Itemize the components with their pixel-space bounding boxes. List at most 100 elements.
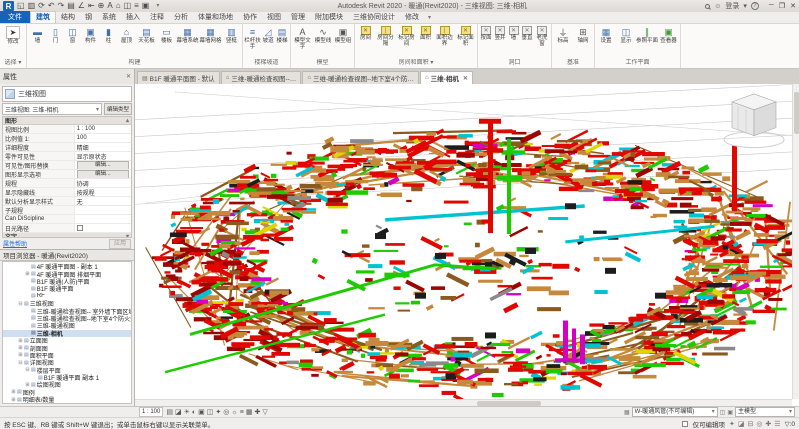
worksets-icon[interactable]: ▦ <box>624 409 630 416</box>
ribbon-tab-修改[interactable]: 修改 <box>400 11 424 23</box>
design-options-icon[interactable]: ▣ <box>727 409 733 416</box>
property-value[interactable]: 100 <box>75 134 131 142</box>
file-menu-button[interactable]: 文件 <box>0 11 30 23</box>
sun-path-checkbox[interactable] <box>77 225 83 231</box>
roof-button[interactable]: ⌂屋顶 <box>117 25 136 59</box>
show-work-plane-button[interactable]: ◫显示 <box>616 25 636 59</box>
shaft-button[interactable]: ✕竖井 <box>493 25 507 59</box>
browser-item[interactable]: ▤4F 暖通平面图 - 副本 1 <box>3 263 131 270</box>
drawing-area[interactable] <box>135 84 799 406</box>
property-value[interactable]: 精细 <box>75 143 131 151</box>
shadows-icon[interactable]: ◐ <box>192 409 196 416</box>
close-hidden-windows-icon[interactable]: ▣ <box>142 2 150 10</box>
ribbon-tab-附加模块[interactable]: 附加模块 <box>310 11 348 23</box>
ref-plane-button[interactable]: ∥参照平面 <box>636 25 658 59</box>
temporary-hide-isolate-icon[interactable]: ◎ <box>223 409 229 416</box>
browser-item[interactable]: ▤三维-暖通视图 <box>3 322 131 329</box>
grid-button[interactable]: ⊞轴网 <box>573 25 593 59</box>
floor-button[interactable]: ▭楼板 <box>157 25 176 59</box>
tag-by-category-icon[interactable]: ⊕ <box>98 2 105 10</box>
view-tab[interactable]: ⌂三维-暖通检查视图--… <box>221 71 302 84</box>
browser-item[interactable]: ⊞▤面积平面 <box>3 352 131 359</box>
default-3d-view-icon[interactable]: ⌂ <box>116 2 121 10</box>
property-value[interactable] <box>75 224 131 232</box>
ribbon-tab-协作[interactable]: 协作 <box>238 11 262 23</box>
browser-item[interactable]: ▤B1F 暖通平面 <box>3 285 131 292</box>
project-browser-title[interactable]: 项目浏览器 - 暖通(Revit2020) <box>0 250 134 261</box>
curtain-grid-button[interactable]: ▦幕墙网格 <box>199 25 222 59</box>
wall-opening-button[interactable]: ✕墙 <box>507 25 520 59</box>
model-group-button[interactable]: ▣模型组 <box>333 25 353 59</box>
ribbon-tab-视图[interactable]: 视图 <box>262 11 286 23</box>
railing-button[interactable]: ≡栏杆扶手 <box>244 25 261 59</box>
curtain-system-button[interactable]: ▦幕墙系统 <box>176 25 199 59</box>
crop-view-icon[interactable]: ▣ <box>198 409 205 416</box>
active-workset-select[interactable]: W-暖通风管(不可编辑)▾ <box>632 407 718 417</box>
open-icon[interactable]: ◱ <box>17 2 25 10</box>
gray-inactive-worksets-icon[interactable]: ◫ <box>720 409 726 416</box>
apply-button[interactable]: 应用 <box>109 239 131 249</box>
print-icon[interactable]: ▤ <box>67 2 75 10</box>
visual-style-icon[interactable]: ◪ <box>175 409 182 416</box>
modify-button[interactable]: ➤修改 <box>1 25 25 59</box>
browser-item[interactable]: ▤三维-暖通检查视图--地下室4个防火分区 <box>3 315 131 322</box>
browser-item[interactable]: ▤B1F 暖通(人防)平面 <box>3 278 131 285</box>
tag-area-button[interactable]: ✕标记面积 <box>455 25 476 59</box>
thin-lines-icon[interactable]: ≡ <box>134 2 139 10</box>
mullion-button[interactable]: ▥竖梃 <box>222 25 241 59</box>
tree-expand-icon[interactable]: ⊟ <box>17 301 24 307</box>
property-value[interactable]: 按规程 <box>75 188 131 196</box>
vertical-scrollbar[interactable] <box>792 84 799 399</box>
undo-icon[interactable]: ↶ <box>48 2 55 10</box>
dormer-button[interactable]: ✕老虎窗 <box>534 25 550 59</box>
tree-expand-icon[interactable]: ⊞ <box>24 271 31 277</box>
model-text-button[interactable]: A模型文字 <box>292 25 313 59</box>
component-button[interactable]: ▣构件 <box>81 25 100 59</box>
browser-item[interactable]: ⊞▤明细表/数量 <box>3 396 131 403</box>
design-option-select[interactable]: 主模型▾ <box>735 407 795 417</box>
exclude-options-icon[interactable]: ✦ <box>729 420 735 428</box>
area-boundary-button[interactable]: ∣面积边界 <box>434 25 455 59</box>
tree-expand-icon[interactable]: ⊞ <box>10 397 17 403</box>
ribbon-tab-注释[interactable]: 注释 <box>145 11 169 23</box>
property-value[interactable] <box>75 215 131 223</box>
tree-expand-icon[interactable]: ⊞ <box>17 345 24 351</box>
qat-customize-icon[interactable]: ▾ <box>156 2 159 11</box>
browser-item[interactable]: ▤三维-暖通检查视图-- 室外墙下面区域 <box>3 307 131 314</box>
detail-level-icon[interactable]: ▤ <box>166 409 173 416</box>
tree-expand-icon[interactable]: ⊞ <box>24 382 31 388</box>
opening-by-face-button[interactable]: ✕按面 <box>479 25 493 59</box>
save-icon[interactable]: ▥ <box>28 2 36 10</box>
property-value[interactable]: 编辑... <box>75 170 131 178</box>
displace-elements-icon[interactable]: ✚ <box>255 409 261 416</box>
view-cube[interactable] <box>724 94 784 148</box>
reveal-hidden-elements-icon[interactable]: ☼ <box>231 409 237 416</box>
sun-path-icon[interactable]: ☀ <box>184 409 190 416</box>
aligned-dimension-icon[interactable]: ⇤ <box>88 2 95 10</box>
model-line-button[interactable]: ∿模型线 <box>313 25 333 59</box>
browser-item[interactable]: ▤RF <box>3 293 131 300</box>
browser-item[interactable]: ⊞▤剖面图 <box>3 344 131 351</box>
property-value[interactable]: 协调 <box>75 179 131 187</box>
tree-expand-icon[interactable]: ⊟ <box>17 360 24 366</box>
property-value[interactable]: 无 <box>75 197 131 205</box>
tree-expand-icon[interactable]: ⊞ <box>17 352 24 358</box>
browser-item[interactable]: ⊟▤详图视图 <box>3 359 131 366</box>
browser-item[interactable]: ⊞▤立面图 <box>3 337 131 344</box>
property-value[interactable]: 显示原状态 <box>75 152 131 160</box>
properties-close-icon[interactable]: ✕ <box>126 73 131 80</box>
window-button[interactable]: ◫窗 <box>64 25 81 59</box>
temporary-view-properties-icon[interactable]: ≡ <box>240 409 244 416</box>
ribbon-tab-系统[interactable]: 系统 <box>97 11 121 23</box>
edit-button[interactable]: 编辑... <box>77 161 129 169</box>
view-tab[interactable]: ⌂三维-相机✕ <box>420 71 473 84</box>
select-underlay-icon[interactable]: ◎ <box>756 420 762 428</box>
editable-only-checkbox[interactable] <box>682 421 688 427</box>
horizontal-scrollbar[interactable] <box>135 399 792 406</box>
stair-button[interactable]: ▤楼梯 <box>275 25 289 59</box>
properties-help-link[interactable]: 属性帮助 <box>3 239 27 248</box>
tree-expand-icon[interactable]: ⊞ <box>17 338 24 344</box>
ribbon-display-options-icon[interactable]: ▾ <box>428 14 431 23</box>
browser-item[interactable]: ▤B1F 暖通平面 副本 1 <box>3 374 131 381</box>
maximize-button[interactable]: ❐ <box>779 2 785 10</box>
